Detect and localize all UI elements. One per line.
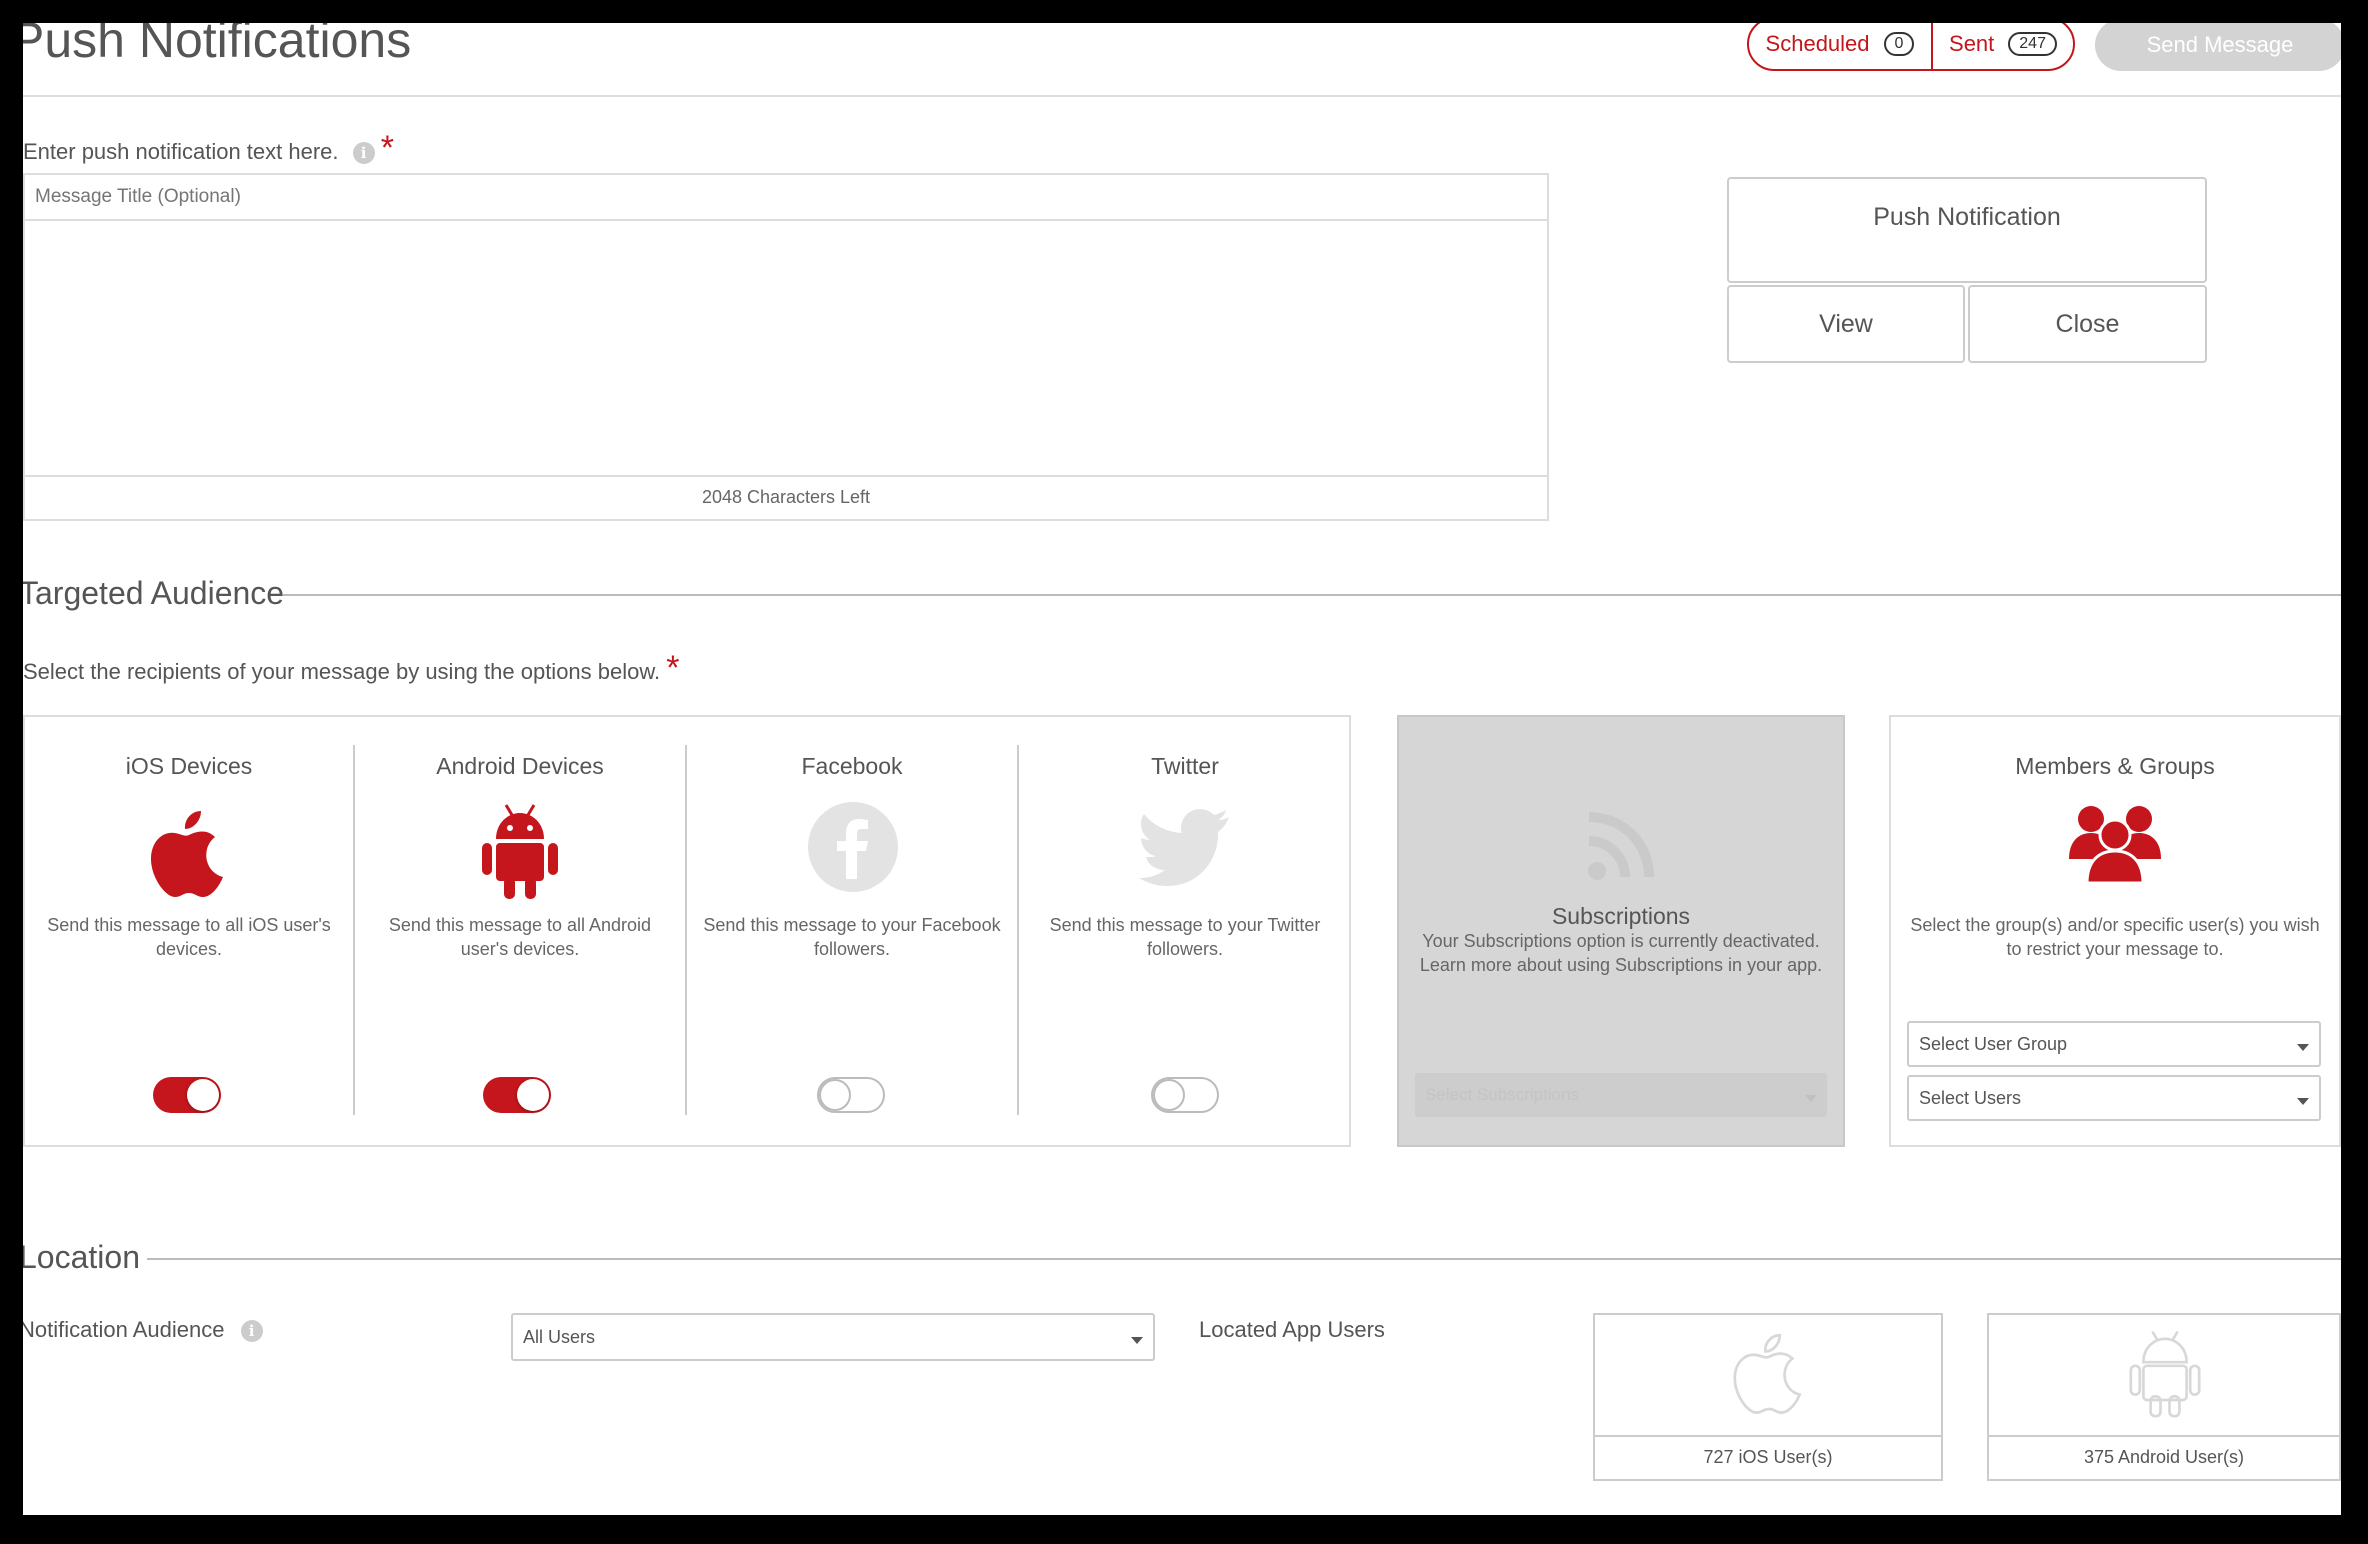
members-groups-desc: Select the group(s) and/or specific user… <box>1910 915 2320 959</box>
audience-instruction: Select the recipients of your message by… <box>23 659 661 684</box>
message-instruction: Enter push notification text here. <box>23 139 339 164</box>
info-icon[interactable]: i <box>352 142 375 165</box>
header-divider <box>23 95 2341 97</box>
notification-audience-label: Notification Audience <box>23 1317 225 1342</box>
twitter-desc: Send this message to your Twitter follow… <box>1049 915 1321 959</box>
android-icon <box>2129 1330 2201 1418</box>
android-users-card: 375 Android User(s) <box>1987 1313 2341 1481</box>
members-groups-panel: Members & Groups Select the group(s) and… <box>1889 715 2341 1147</box>
targeted-audience-divider <box>283 594 2341 596</box>
sent-button[interactable]: Sent 247 <box>1933 23 2073 69</box>
users-group-icon <box>2069 806 2161 883</box>
notification-audience-value: All Users <box>523 1326 596 1347</box>
chevron-down-icon <box>2297 1044 2309 1051</box>
scheduled-label: Scheduled <box>1765 31 1870 56</box>
apple-icon <box>1733 1333 1802 1414</box>
android-users-count: 375 Android User(s) <box>1989 1435 2339 1479</box>
android-devices-toggle[interactable] <box>483 1077 551 1113</box>
characters-left: 2048 Characters Left <box>25 475 1547 519</box>
select-user-group-dropdown[interactable]: Select User Group <box>1907 1021 2321 1067</box>
select-subscriptions-value: Select Subscriptions <box>1425 1085 1580 1104</box>
ios-users-card: 727 iOS User(s) <box>1593 1313 1943 1481</box>
scheduled-button[interactable]: Scheduled 0 <box>1749 23 1933 69</box>
apple-icon <box>151 811 223 897</box>
twitter-toggle[interactable] <box>1151 1077 1219 1113</box>
message-title-input[interactable] <box>25 175 1547 221</box>
ios-devices-desc: Send this message to all iOS user's devi… <box>47 915 331 959</box>
targeted-audience-heading: Targeted Audience <box>23 575 285 611</box>
notification-audience-dropdown[interactable]: All Users <box>511 1313 1155 1361</box>
subscriptions-title: Subscriptions <box>1551 903 1691 929</box>
android-devices-option: Android Devices Send this message to all… <box>355 717 685 1149</box>
message-instruction-row: Enter push notification text here. i * <box>23 129 394 168</box>
send-message-button[interactable]: Send Message <box>2095 23 2341 71</box>
view-button[interactable]: View <box>1727 285 1965 363</box>
facebook-toggle[interactable] <box>817 1077 885 1113</box>
page-title: Push Notifications <box>23 23 412 68</box>
twitter-option: Twitter Send this message to your Twitte… <box>1019 717 1351 1149</box>
location-heading: Location <box>23 1239 140 1275</box>
facebook-option: Facebook Send this message to your Faceb… <box>687 717 1017 1149</box>
select-users-value: Select Users <box>1919 1087 2022 1108</box>
required-asterisk: * <box>380 129 395 167</box>
ios-devices-toggle[interactable] <box>153 1077 221 1113</box>
select-subscriptions-dropdown[interactable]: Select Subscriptions <box>1415 1073 1827 1117</box>
subscriptions-signal-icon <box>1588 812 1654 880</box>
facebook-title: Facebook <box>801 753 903 779</box>
members-groups-title: Members & Groups <box>2015 753 2215 779</box>
push-notification-preview: Push Notification <box>1727 177 2207 283</box>
notification-audience-row: Notification Audience i <box>23 1317 263 1343</box>
facebook-icon <box>808 802 898 892</box>
android-devices-title: Android Devices <box>436 753 604 779</box>
scheduled-sent-toggle: Scheduled 0 Sent 247 <box>1747 23 2075 71</box>
info-icon[interactable]: i <box>240 1320 263 1343</box>
select-users-dropdown[interactable]: Select Users <box>1907 1075 2321 1121</box>
close-button[interactable]: Close <box>1968 285 2207 363</box>
ios-devices-title: iOS Devices <box>125 753 253 779</box>
scheduled-count-badge: 0 <box>1883 32 1915 56</box>
chevron-down-icon <box>1131 1337 1143 1344</box>
message-editor: 2048 Characters Left <box>23 173 1549 521</box>
ios-devices-option: iOS Devices Send this message to all iOS… <box>25 717 353 1149</box>
android-devices-desc: Send this message to all Android user's … <box>388 915 652 959</box>
twitter-title: Twitter <box>1151 753 1219 779</box>
required-asterisk: * <box>666 649 680 687</box>
subscriptions-panel: Subscriptions Your Subscriptions option … <box>1397 715 1845 1147</box>
sent-count-badge: 247 <box>2008 32 2057 56</box>
subscriptions-desc: Your Subscriptions option is currently d… <box>1419 931 1823 975</box>
facebook-desc: Send this message to your Facebook follo… <box>703 915 1001 959</box>
audience-options-panel: iOS Devices Send this message to all iOS… <box>23 715 1351 1147</box>
select-user-group-value: Select User Group <box>1919 1033 2068 1054</box>
page: Push Notifications Scheduled 0 Sent 247 … <box>23 23 2341 1515</box>
chevron-down-icon <box>2297 1098 2309 1105</box>
chevron-down-icon <box>1805 1095 1817 1102</box>
message-body-textarea[interactable] <box>25 221 1547 475</box>
audience-instruction-row: Select the recipients of your message by… <box>23 649 680 688</box>
ios-users-count: 727 iOS User(s) <box>1595 1435 1941 1479</box>
android-icon <box>482 804 558 899</box>
sent-label: Sent <box>1949 31 1995 56</box>
location-divider <box>147 1258 2341 1260</box>
twitter-icon <box>1139 809 1229 886</box>
located-app-users-label: Located App Users <box>1199 1317 1385 1342</box>
